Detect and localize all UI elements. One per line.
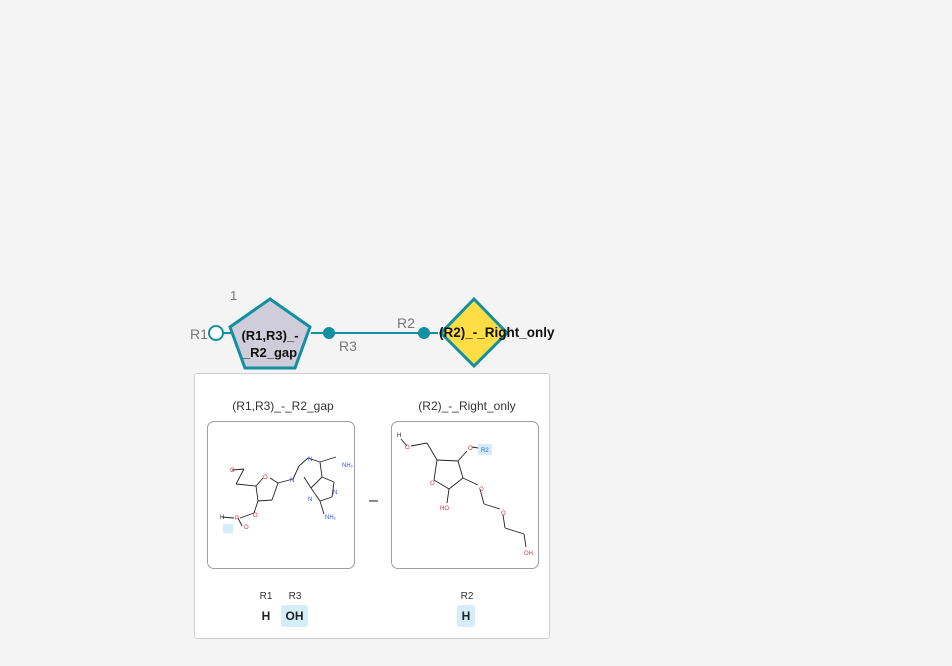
position-index: 1 — [230, 288, 238, 303]
sugar-monomer-label[interactable]: (R1,R3)_- _R2_gap — [232, 327, 308, 361]
structure-sugar: O O N N NH₂ N N NH₂ O P O H — [207, 421, 355, 569]
r1-open-attachment-point[interactable] — [208, 325, 224, 341]
atom-n-4: N — [308, 497, 312, 503]
atom-o-1: O — [405, 445, 410, 451]
atom-n-1: N — [290, 478, 294, 484]
rgroup-name-r1: R1 — [259, 591, 273, 602]
atom-r2: R2 — [481, 448, 489, 454]
atom-o-5: O — [501, 511, 506, 517]
atom-nh2-2: NH₂ — [325, 515, 337, 521]
atom-o-2: O — [468, 446, 473, 452]
sugar-label-line1: (R1,R3)_- — [241, 328, 299, 343]
atom-o-1: O — [230, 468, 235, 474]
attachment-highlight — [223, 524, 233, 533]
atom-nh2-1: NH₂ — [342, 463, 354, 469]
structure-linker: H O O R2 O HO O O OH — [391, 421, 539, 569]
r3-attachment-label: R3 — [339, 338, 357, 354]
card-title-sugar: (R1,R3)_-_R2_gap — [232, 399, 334, 413]
atom-o-2: O — [263, 475, 268, 481]
r1-attachment-label: R1 — [190, 326, 208, 342]
atom-h: H — [220, 515, 224, 521]
r2-attachment-label: R2 — [397, 315, 415, 331]
atom-p: P — [235, 516, 239, 522]
card-title-linker: (R2)_-_Right_only — [418, 399, 516, 413]
monomer-separator: – — [369, 492, 378, 509]
atom-o-4: O — [244, 525, 249, 531]
linker-monomer-label[interactable]: (R2)_-_Right_only — [439, 325, 555, 340]
rgroup-name-r3: R3 — [288, 591, 302, 602]
atom-oh: OH — [524, 551, 533, 557]
atom-n-2: N — [308, 457, 312, 463]
rgroup-value-r2: H — [457, 605, 475, 627]
sugar-label-line2: _R2_gap — [242, 345, 298, 360]
r3-attachment-point[interactable] — [323, 327, 335, 339]
atom-n-3: N — [333, 490, 337, 496]
monomer-tooltip: (R1,R3)_-_R2_gap (R2)_-_Right_only O O N… — [194, 373, 550, 639]
atom-h: H — [397, 433, 401, 439]
atom-o-3: O — [430, 481, 435, 487]
atom-o-3: O — [253, 513, 258, 519]
atom-o-4: O — [479, 487, 484, 493]
rgroup-name-r2: R2 — [460, 591, 474, 602]
rgroup-value-r1: H — [261, 609, 271, 623]
r2-attachment-point[interactable] — [418, 327, 430, 339]
rgroup-value-r3: OH — [281, 605, 308, 627]
atom-ho: HO — [440, 506, 449, 512]
